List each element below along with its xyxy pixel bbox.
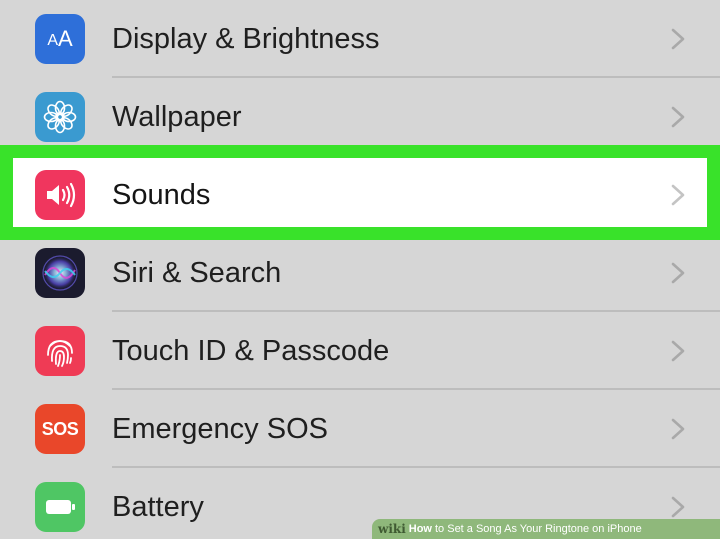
speaker-icon <box>35 170 85 220</box>
chevron-right-icon <box>671 496 685 518</box>
battery-icon <box>35 482 85 532</box>
watermark-how: How <box>408 523 432 535</box>
wallpaper-flower-icon <box>35 92 85 142</box>
chevron-right-icon <box>671 106 685 128</box>
settings-row-label: Siri & Search <box>112 257 282 289</box>
chevron-right-icon <box>671 262 685 284</box>
settings-row-label: Display & Brightness <box>112 23 380 55</box>
chevron-right-icon <box>671 340 685 362</box>
settings-row-label: Emergency SOS <box>112 413 328 445</box>
fingerprint-icon <box>35 326 85 376</box>
watermark-banner: wiki How to Set a Song As Your Ringtone … <box>372 519 720 539</box>
settings-row-emergency-sos[interactable]: SOS Emergency SOS <box>0 390 720 468</box>
settings-row-display-brightness[interactable]: AA Display & Brightness <box>0 0 720 78</box>
settings-row-label: Sounds <box>112 179 211 211</box>
watermark-brand: wiki <box>378 522 406 536</box>
siri-icon <box>35 248 85 298</box>
settings-row-sounds[interactable]: Sounds <box>0 156 720 234</box>
settings-row-wallpaper[interactable]: Wallpaper <box>0 78 720 156</box>
settings-row-label: Battery <box>112 491 204 523</box>
sos-icon: SOS <box>35 404 85 454</box>
chevron-right-icon <box>671 28 685 50</box>
chevron-right-icon <box>671 418 685 440</box>
chevron-right-icon <box>671 184 685 206</box>
settings-row-touch-id-passcode[interactable]: Touch ID & Passcode <box>0 312 720 390</box>
settings-row-siri-search[interactable]: Siri & Search <box>0 234 720 312</box>
settings-list: AA Display & Brightness Wallpaper Sounds… <box>0 0 720 539</box>
watermark-title: to Set a Song As Your Ringtone on iPhone <box>435 523 642 535</box>
display-brightness-icon: AA <box>35 14 85 64</box>
settings-row-label: Touch ID & Passcode <box>112 335 390 367</box>
settings-row-label: Wallpaper <box>112 101 242 133</box>
